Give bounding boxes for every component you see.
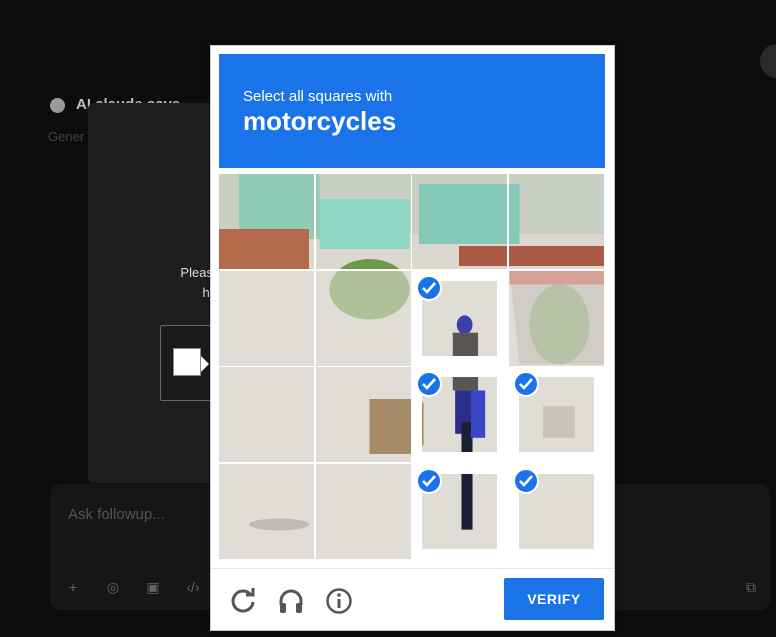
- captcha-checkbox[interactable]: [173, 348, 201, 376]
- avatar[interactable]: [760, 44, 776, 78]
- captcha-tile[interactable]: [412, 270, 507, 366]
- window-icon[interactable]: ⧉: [740, 576, 762, 598]
- captcha-tile[interactable]: [219, 367, 314, 462]
- captcha-tile-image: [219, 463, 314, 559]
- status-dot-icon: [50, 98, 65, 113]
- captcha-tile-image: [315, 367, 411, 462]
- captcha-tile[interactable]: [508, 367, 604, 462]
- captcha-tile-image: [315, 270, 411, 366]
- popup-pointer-icon: [201, 356, 209, 372]
- captcha-tile-image: [219, 174, 314, 269]
- captcha-tile[interactable]: [412, 463, 507, 559]
- captcha-tile-image: [508, 270, 604, 366]
- check-icon: [416, 371, 442, 397]
- check-icon: [416, 274, 442, 301]
- captcha-tile[interactable]: [315, 270, 411, 366]
- captcha-tile-image: [315, 463, 411, 559]
- captcha-tile[interactable]: [508, 270, 604, 366]
- followup-input[interactable]: Ask followup...: [68, 506, 165, 523]
- captcha-tile[interactable]: [412, 174, 507, 269]
- check-icon: [416, 467, 442, 494]
- captcha-tile[interactable]: [219, 463, 314, 559]
- captcha-tile-image: [315, 174, 411, 269]
- captcha-tile[interactable]: [315, 463, 411, 559]
- globe-icon[interactable]: ◎: [102, 576, 124, 598]
- captcha-tile[interactable]: [315, 367, 411, 462]
- captcha-tile[interactable]: [508, 174, 604, 269]
- captcha-tile-image: [219, 367, 314, 462]
- plus-icon[interactable]: +: [62, 576, 84, 598]
- image-icon[interactable]: ▣: [142, 576, 164, 598]
- captcha-tile-image: [219, 270, 314, 366]
- captcha-tile[interactable]: [219, 174, 314, 269]
- captcha-tile-image: [412, 174, 507, 269]
- info-icon[interactable]: [325, 587, 353, 615]
- background-subtitle: Gener: [48, 129, 85, 144]
- captcha-tile[interactable]: [219, 270, 314, 366]
- captcha-tile[interactable]: [315, 174, 411, 269]
- captcha-target: motorcycles: [243, 106, 397, 136]
- captcha-header: Select all squares with motorcycles: [219, 54, 605, 168]
- captcha-footer: VERIFY: [211, 568, 614, 631]
- check-icon: [512, 371, 539, 397]
- reload-icon[interactable]: [229, 587, 257, 615]
- captcha-dialog: Select all squares with motorcycles VERI…: [210, 45, 615, 631]
- captcha-tile[interactable]: [412, 367, 507, 462]
- verify-button[interactable]: VERIFY: [504, 578, 604, 620]
- captcha-tile[interactable]: [508, 463, 604, 559]
- headphones-icon[interactable]: [277, 587, 305, 615]
- captcha-tile-image: [508, 174, 604, 269]
- captcha-instruction: Select all squares with: [243, 88, 393, 105]
- code-icon[interactable]: ‹/›: [182, 576, 204, 598]
- captcha-image-grid: [219, 174, 605, 560]
- check-icon: [512, 467, 539, 494]
